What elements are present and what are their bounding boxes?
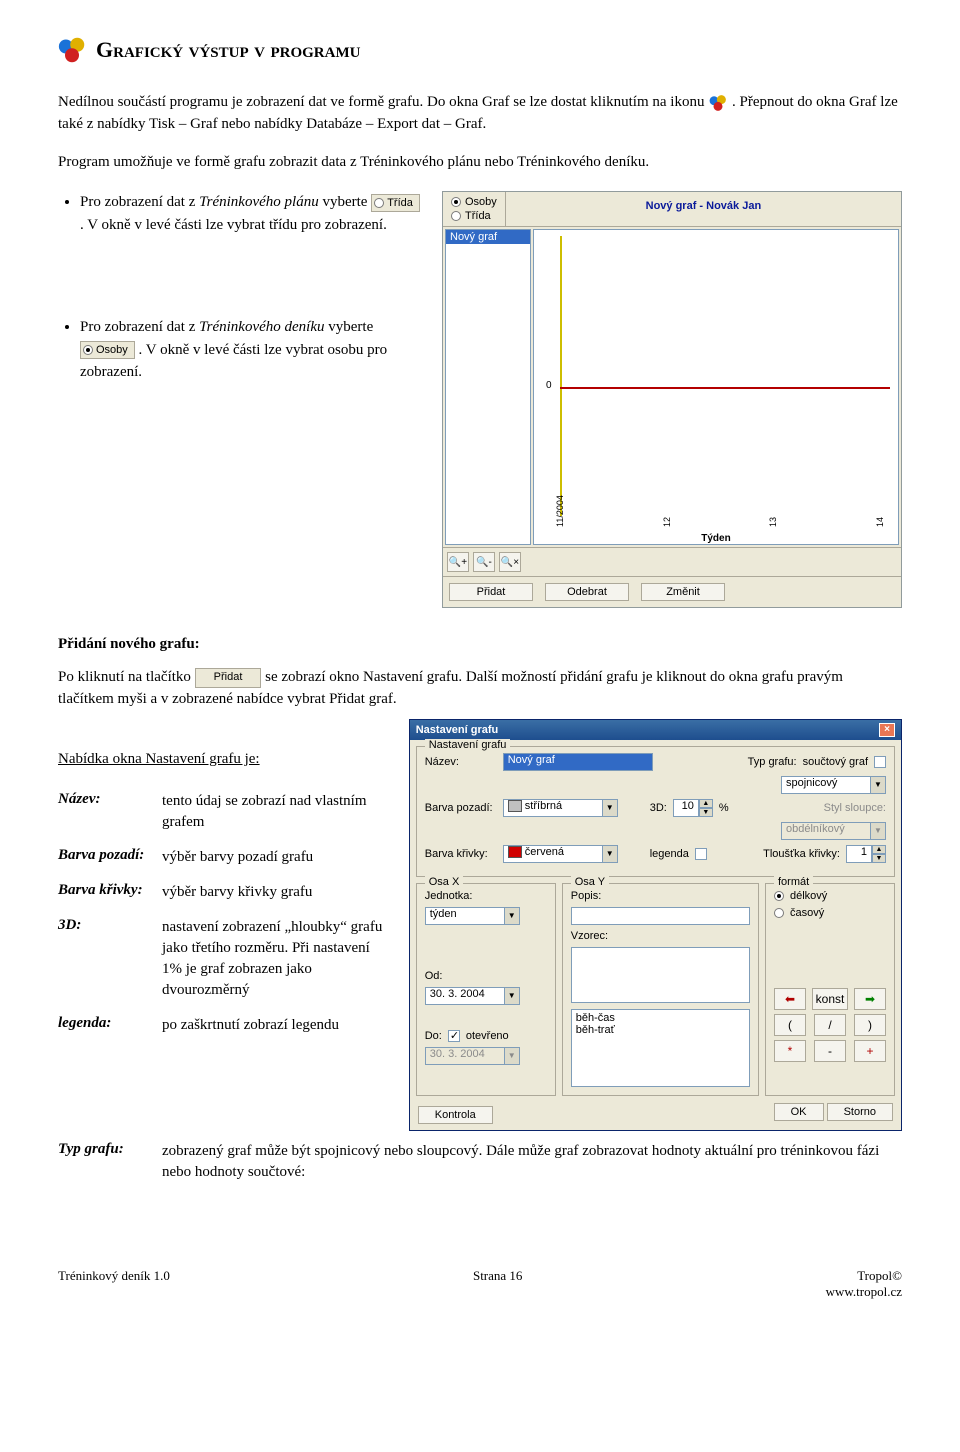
storno-button[interactable]: Storno	[827, 1103, 893, 1121]
popis-input[interactable]	[571, 907, 750, 925]
graph-plot[interactable]: 0 11/2004 12 13 14 Týden	[533, 229, 899, 545]
column-style-dropdown: obdélníkový▼	[781, 822, 886, 840]
def-typ-d: zobrazený graf může být spojnicový nebo …	[162, 1141, 902, 1183]
radio-osoby-inline[interactable]: Osoby	[80, 341, 135, 359]
minus-button[interactable]: -	[814, 1040, 846, 1062]
page-title: Grafický výstup v programu	[96, 37, 360, 63]
slash-button[interactable]: /	[814, 1014, 846, 1036]
def-bkrivky-t: Barva křivky:	[58, 882, 158, 899]
def-typ-t: Typ grafu:	[58, 1141, 158, 1158]
zoom-out-icon[interactable]: 🔍-	[473, 552, 495, 572]
radio-osoby[interactable]: Osoby	[451, 196, 497, 208]
open-checkbox[interactable]: ✓	[448, 1030, 460, 1042]
list-item: Nový graf	[446, 230, 530, 244]
bgcolor-dropdown[interactable]: stříbrná▼	[503, 799, 618, 817]
legend-checkbox[interactable]	[695, 848, 707, 860]
graph-type-dropdown[interactable]: spojnicový▼	[781, 776, 886, 794]
unit-dropdown[interactable]: týden▼	[425, 907, 520, 925]
date-from[interactable]: 30. 3. 2004▼	[425, 987, 520, 1005]
def-legenda-d: po zaškrtnutí zobrazí legendu	[162, 1015, 387, 1036]
zoom-in-icon[interactable]: 🔍+	[447, 552, 469, 572]
bullet-denik: Pro zobrazení dat z Tréninkového deníku …	[80, 316, 420, 384]
3d-spinner[interactable]: 10▲▼	[673, 799, 713, 817]
change-button[interactable]: Změnit	[641, 583, 725, 601]
sum-graph-checkbox[interactable]	[874, 756, 886, 768]
konst-button[interactable]: konst	[812, 988, 848, 1010]
rparen-button[interactable]: )	[854, 1014, 886, 1036]
formula-textarea[interactable]	[571, 947, 750, 1003]
subheading-add-graph: Přidání nového grafu:	[58, 636, 902, 653]
dialog-title: Nastavení grafu	[416, 724, 499, 736]
add-graph-paragraph: Po kliknutí na tlačítko Přidat se zobraz…	[58, 667, 902, 711]
def-bpozadi-d: výběr barvy pozadí grafu	[162, 847, 387, 868]
plus-button[interactable]: +	[854, 1040, 886, 1062]
graph-caption: Nový graf - Novák Jan	[506, 192, 901, 226]
arrow-right-button[interactable]: ➡	[854, 988, 886, 1010]
app-logo-icon	[58, 36, 86, 64]
graph-icon	[708, 94, 728, 112]
def-legenda-t: legenda:	[58, 1015, 158, 1032]
def-3d-d: nastavení zobrazení „hloubky“ grafu jako…	[162, 917, 387, 1001]
def-bpozadi-t: Barva pozadí:	[58, 847, 158, 864]
remove-button[interactable]: Odebrat	[545, 583, 629, 601]
def-3d-t: 3D:	[58, 917, 158, 934]
footer-right: Tropol© www.tropol.cz	[826, 1268, 902, 1300]
var-listbox[interactable]: běh-čas běh-trať	[571, 1009, 750, 1087]
lparen-button[interactable]: (	[774, 1014, 806, 1036]
footer-center: Strana 16	[473, 1268, 522, 1300]
intro-paragraph-1: Nedílnou součástí programu je zobrazení …	[58, 92, 902, 136]
graph-list[interactable]: Nový graf	[445, 229, 531, 545]
line-width-spinner[interactable]: 1▲▼	[846, 845, 886, 863]
close-icon[interactable]: ×	[879, 723, 895, 737]
mul-button[interactable]: *	[774, 1040, 806, 1062]
settings-dialog: Nastavení grafu × Nastavení grafu Název:…	[409, 719, 902, 1131]
date-to: 30. 3. 2004▼	[425, 1047, 520, 1065]
arrow-left-button[interactable]: ⬅	[774, 988, 806, 1010]
linecolor-dropdown[interactable]: červená▼	[503, 845, 618, 863]
kontrola-button[interactable]: Kontrola	[418, 1106, 493, 1124]
name-input[interactable]: Nový graf	[503, 753, 653, 771]
def-bkrivky-d: výběr barvy křivky grafu	[162, 882, 387, 903]
add-button[interactable]: Přidat	[449, 583, 533, 601]
format-length-radio[interactable]	[774, 891, 784, 901]
graph-window: Osoby Třída Nový graf - Novák Jan Nový g…	[442, 191, 902, 608]
bullet-plan: Pro zobrazení dat z Tréninkového plánu v…	[80, 191, 420, 236]
intro-paragraph-2: Program umožňuje ve formě grafu zobrazit…	[58, 152, 902, 174]
def-nazev-d: tento údaj se zobrazí nad vlastním grafe…	[162, 791, 387, 833]
zoom-reset-icon[interactable]: 🔍×	[499, 552, 521, 572]
footer-left: Tréninkový deník 1.0	[58, 1268, 170, 1300]
format-time-radio[interactable]	[774, 908, 784, 918]
radio-trida[interactable]: Třída	[451, 210, 497, 222]
ok-button[interactable]: OK	[774, 1103, 824, 1121]
def-nazev-t: Název:	[58, 791, 158, 808]
pridat-button-inline[interactable]: Přidat	[195, 668, 262, 688]
radio-trida-inline[interactable]: Třída	[371, 194, 420, 212]
menu-line: Nabídka okna Nastavení grafu je:	[58, 749, 387, 771]
